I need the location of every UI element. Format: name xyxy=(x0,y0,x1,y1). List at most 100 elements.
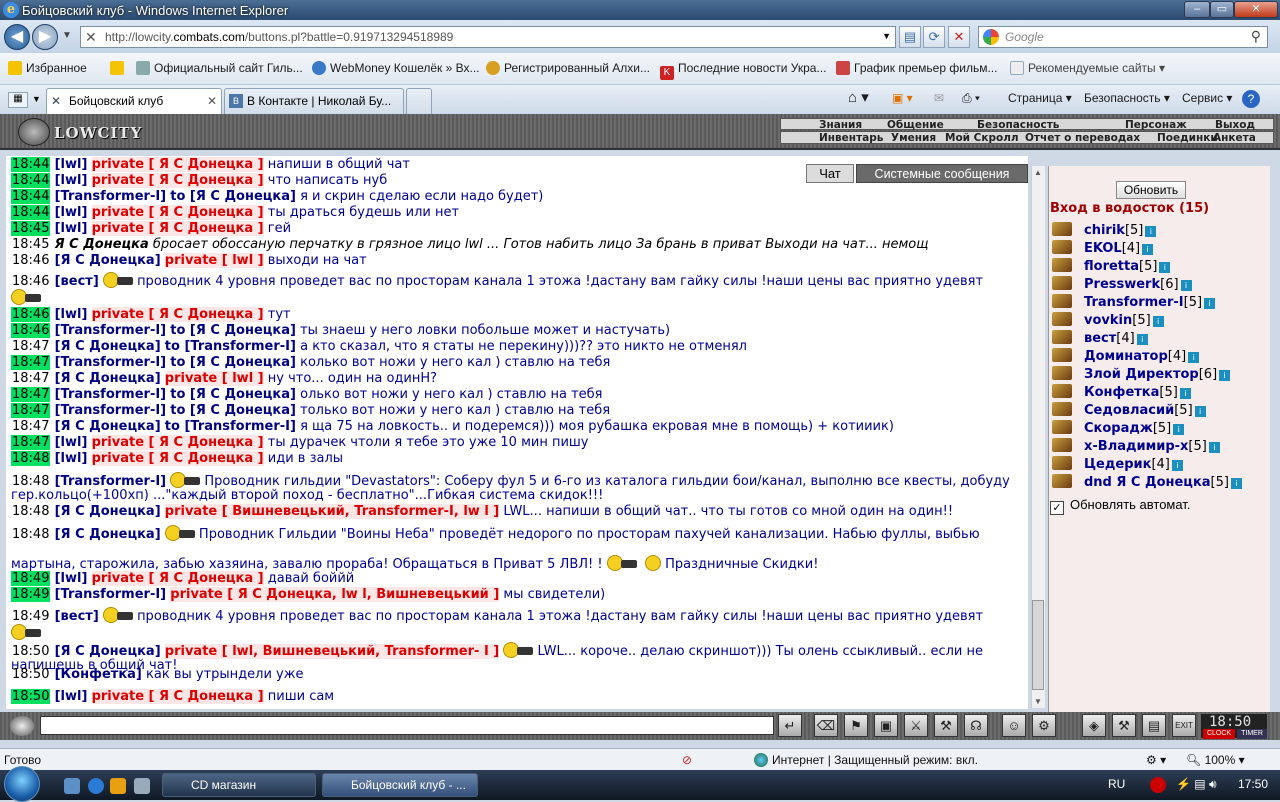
user-name[interactable]: x-Владимир-x xyxy=(1084,439,1188,454)
menu-communication[interactable]: Общение xyxy=(887,119,944,131)
quick-tabs-icon[interactable]: ▦ xyxy=(8,92,28,108)
taskbar-button-cd-shop[interactable]: CD магазин xyxy=(162,773,316,797)
info-icon[interactable]: i xyxy=(1230,478,1242,489)
scroll-up-icon[interactable]: ▲ xyxy=(1034,168,1042,177)
private-target[interactable]: private [ Я С Донецка, lw l, Вишневецьки… xyxy=(170,587,500,602)
menu-character[interactable]: Персонаж xyxy=(1125,119,1187,131)
auto-refresh-checkbox[interactable]: ✓ Обновлять автомат. xyxy=(1050,497,1190,515)
user-name[interactable]: Злой Директор xyxy=(1084,367,1199,382)
message-nick[interactable]: [Я С Донецка] xyxy=(55,339,161,354)
private-target[interactable]: private [ lwl ] xyxy=(164,371,264,386)
message-nick[interactable]: Я С Донецка xyxy=(55,237,149,252)
refresh-button[interactable]: Обновить xyxy=(1116,181,1186,199)
info-icon[interactable]: i xyxy=(1142,244,1154,255)
info-icon[interactable]: i xyxy=(1159,262,1171,273)
user-list-item[interactable]: Presswerk[6] i xyxy=(1052,276,1192,292)
message-nick[interactable]: [Я С Донецка] xyxy=(55,419,161,434)
compatibility-view-icon[interactable]: ▤ xyxy=(899,26,921,48)
info-icon[interactable]: i xyxy=(1152,316,1164,327)
timer-button[interactable]: TIMER xyxy=(1237,729,1267,739)
address-bar[interactable]: ✕ http://lowcity.combats.com/buttons.pl?… xyxy=(80,26,896,48)
message-nick[interactable]: [вест] xyxy=(55,609,99,624)
message-nick[interactable]: [lwl] xyxy=(55,451,88,466)
user-list-item[interactable]: вест[4] i xyxy=(1052,330,1148,346)
private-message-icon[interactable] xyxy=(1052,420,1072,434)
favorite-link[interactable]: WebMoney Кошелёк » Вх... xyxy=(312,61,480,75)
menu-security[interactable]: Безопасность xyxy=(977,119,1059,131)
bag-icon[interactable]: ◈ xyxy=(1082,714,1106,737)
user-list-item[interactable]: Скорадж[5] i xyxy=(1052,420,1185,436)
send-icon[interactable]: ↵ xyxy=(778,714,802,737)
private-message-icon[interactable] xyxy=(1052,276,1072,290)
to-target[interactable]: to [Transformer-I] xyxy=(165,339,296,354)
private-message-icon[interactable] xyxy=(1052,330,1072,344)
safety-menu[interactable]: Безопасность ▾ xyxy=(1084,91,1170,105)
message-nick[interactable]: [lwl] xyxy=(55,221,88,236)
info-icon[interactable]: i xyxy=(1173,424,1185,435)
search-icon[interactable]: ⚲ xyxy=(1251,28,1261,45)
media-player-icon[interactable] xyxy=(110,778,126,794)
menu-profile[interactable]: Анкета xyxy=(1213,132,1256,144)
private-target[interactable]: private [ Я С Донецка ] xyxy=(91,173,264,188)
user-list-item[interactable]: EKOL[4] i xyxy=(1052,240,1154,256)
message-nick[interactable]: [Transformer-I] xyxy=(55,587,167,602)
user-name[interactable]: вест xyxy=(1084,331,1116,346)
user-name[interactable]: chirik xyxy=(1084,223,1125,238)
filter-icon[interactable]: ⚑ xyxy=(844,714,868,737)
info-icon[interactable]: i xyxy=(1188,352,1200,363)
user-name[interactable]: Конфетка xyxy=(1084,385,1159,400)
user-name[interactable]: EKOL xyxy=(1084,241,1122,256)
private-target[interactable]: private [ Я С Донецка ] xyxy=(91,307,264,322)
feeds-icon[interactable]: ▣ ▾ xyxy=(892,91,913,105)
message-nick[interactable]: [Конфетка] xyxy=(55,667,142,682)
user-list-item[interactable]: Transformer-I[5] i xyxy=(1052,294,1216,310)
user-list-item[interactable]: Злой Директор[6] i xyxy=(1052,366,1231,382)
favorite-link[interactable]: График премьер фильм... xyxy=(836,61,997,75)
private-target[interactable]: private [ lwl, Вишневецький, Transformer… xyxy=(164,644,500,659)
message-nick[interactable]: [lwl] xyxy=(55,689,88,704)
favorite-link[interactable]: K Последние новости Укра... xyxy=(660,61,826,80)
message-nick[interactable]: [Transformer-I] xyxy=(55,355,167,370)
private-message-icon[interactable] xyxy=(1052,438,1072,452)
message-nick[interactable]: [Я С Донецка] xyxy=(55,371,161,386)
smiley-icon[interactable]: ☺ xyxy=(1002,714,1026,737)
private-target[interactable]: private [ lwl ] xyxy=(164,253,264,268)
history-dropdown-icon[interactable]: ▼ xyxy=(62,30,72,41)
message-nick[interactable]: [lwl] xyxy=(55,435,88,450)
private-message-icon[interactable] xyxy=(1052,384,1072,398)
help-icon[interactable]: ? xyxy=(1242,90,1260,108)
user-list-item[interactable]: Конфетка[5] i xyxy=(1052,384,1191,400)
address-dropdown-icon[interactable]: ▼ xyxy=(882,31,891,41)
private-message-icon[interactable] xyxy=(1052,366,1072,380)
tray-icons[interactable]: ⚡ ▤ 🔊︎ xyxy=(1176,777,1217,792)
private-message-icon[interactable] xyxy=(1052,294,1072,308)
private-message-icon[interactable] xyxy=(1052,348,1072,362)
minimize-button[interactable]: – xyxy=(1184,1,1210,18)
user-name[interactable]: Цедерик xyxy=(1084,457,1151,472)
user-name[interactable]: vovkin xyxy=(1084,313,1132,328)
opera-tray-icon[interactable] xyxy=(1150,777,1166,793)
message-nick[interactable]: [Я С Донецка] xyxy=(55,527,161,542)
user-list-item[interactable]: Цедерик[4] i xyxy=(1052,456,1183,472)
print-icon[interactable]: ⎙ ▾ xyxy=(962,91,980,106)
tab-chat[interactable]: Чат xyxy=(806,164,854,183)
tools-menu[interactable]: Сервис ▾ xyxy=(1182,91,1232,105)
user-name[interactable]: Седовласий xyxy=(1084,403,1174,418)
private-target[interactable]: private [ Я С Донецка ] xyxy=(91,221,264,236)
add-favorite-icon[interactable] xyxy=(110,61,128,75)
to-target[interactable]: to [Я С Донецка] xyxy=(170,403,296,418)
tools-icon[interactable]: ⚒ xyxy=(1112,714,1136,737)
show-desktop-icon[interactable] xyxy=(64,778,80,794)
message-nick[interactable]: [Я С Донецка] xyxy=(55,644,161,659)
private-message-icon[interactable] xyxy=(1052,240,1072,254)
duel-icon[interactable]: ⚒ xyxy=(934,714,958,737)
tab-system-messages[interactable]: Системные сообщения xyxy=(856,164,1028,183)
close-button[interactable]: ✕ xyxy=(1234,1,1278,18)
tab-close-icon[interactable]: ✕ xyxy=(207,94,217,108)
info-icon[interactable]: i xyxy=(1179,388,1191,399)
private-message-icon[interactable] xyxy=(1052,258,1072,272)
message-nick[interactable]: [вест] xyxy=(55,274,99,289)
info-icon[interactable]: i xyxy=(1208,442,1220,453)
back-button[interactable]: ◀ xyxy=(4,24,30,50)
tab-list-dropdown-icon[interactable]: ▼ xyxy=(32,94,41,104)
